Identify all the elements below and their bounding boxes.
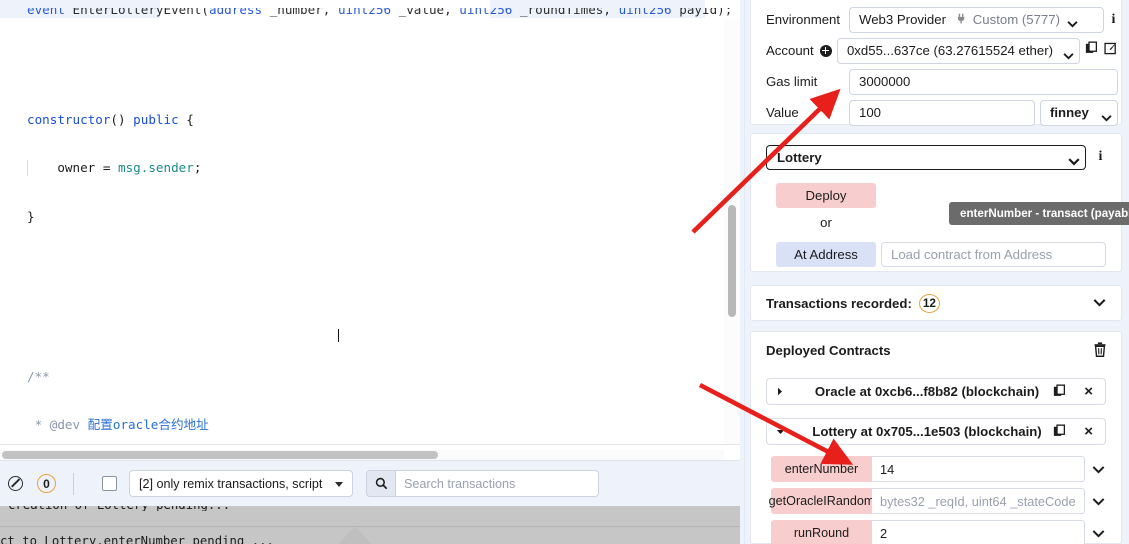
chevron-right-icon[interactable] — [767, 387, 793, 396]
chevron-down-icon[interactable] — [1085, 488, 1111, 514]
function-input-runround[interactable] — [872, 520, 1085, 544]
terminal-resize-handle[interactable] — [333, 526, 377, 544]
terminal-log-pending: ct to Lottery.enterNumber pending ... — [0, 534, 274, 544]
environment-label: Environment — [766, 12, 841, 27]
environment-network: Custom (5777) — [972, 12, 1060, 27]
account-label-text: Account — [766, 43, 814, 58]
remix-ide-window: event EnterLotteryEvent(address _number,… — [0, 0, 1129, 544]
contract-function-row: runRound — [771, 520, 1111, 544]
account-select[interactable]: 0xd55...637ce (63.27615524 ether) — [836, 37, 1080, 64]
environment-row: Environment Web3 Provider Custom (5777) … — [751, 4, 1123, 35]
terminal-toolbar: 0 [2] only remix transactions, script — [0, 461, 740, 506]
contract-info-icon[interactable]: i — [1096, 149, 1105, 165]
code-line: constructor() public { — [27, 112, 194, 128]
account-value: 0xd55...637ce (63.27615524 ether) — [846, 43, 1053, 58]
chevron-down-icon — [1101, 110, 1112, 121]
deployed-contracts-card: Deployed Contracts Oracle at 0xcb6...f8b… — [750, 331, 1122, 544]
function-button-getoraclerandom[interactable]: getOracleIRandom — [769, 488, 874, 514]
deployed-contract-item[interactable]: Oracle at 0xcb6...f8b82 (blockchain) × — [766, 378, 1106, 405]
contract-name: Lottery — [777, 150, 822, 165]
chevron-down-icon[interactable] — [1085, 520, 1111, 544]
value-input[interactable]: 100 — [849, 99, 1035, 126]
chevron-down-icon[interactable] — [1093, 294, 1106, 312]
transactions-recorded-label: Transactions recorded: — [766, 295, 912, 311]
code-line: owner = msg.sender; — [27, 160, 202, 177]
terminal-log-clipped: creation of Lottery pending... — [0, 506, 740, 511]
value-row: Value 100 finney — [751, 97, 1123, 128]
copy-address-icon[interactable] — [1053, 384, 1067, 403]
function-button-runround[interactable]: runRound — [771, 520, 872, 544]
account-row: Account 0xd55...637ce (63.27615524 ether… — [751, 35, 1123, 66]
terminal-count-badge: 0 — [37, 474, 56, 493]
contract-select[interactable]: Lottery — [766, 145, 1086, 170]
clear-contracts-icon[interactable] — [1093, 342, 1107, 362]
at-address-button[interactable]: At Address — [776, 242, 876, 267]
deployed-contracts-title: Deployed Contracts — [766, 343, 891, 358]
at-address-input[interactable] — [881, 242, 1106, 267]
editor-hscrollbar[interactable] — [2, 451, 438, 459]
editor-bottom-divider — [0, 444, 740, 445]
function-button-enternumber[interactable]: enterNumber — [771, 456, 872, 482]
panel-left-edge — [740, 0, 745, 544]
edit-account-icon[interactable] — [1104, 41, 1118, 60]
deploy-run-panel: Environment Web3 Provider Custom (5777) … — [740, 0, 1129, 544]
search-input[interactable] — [395, 470, 599, 497]
function-input-enternumber[interactable] — [872, 456, 1085, 482]
listen-network-checkbox[interactable] — [102, 476, 117, 491]
environment-value: Web3 Provider — [859, 12, 946, 27]
terminal-filter-label: [2] only remix transactions, script — [139, 476, 323, 491]
terminal-search-wrap — [366, 470, 599, 497]
environment-card: Environment Web3 Provider Custom (5777) … — [750, 0, 1123, 128]
add-account-icon[interactable] — [819, 44, 832, 57]
terminal-panel: 0 [2] only remix transactions, script cr… — [0, 460, 740, 544]
chevron-down-icon[interactable] — [1085, 456, 1111, 482]
text-caret — [338, 329, 340, 342]
code-line: } — [27, 208, 35, 224]
transactions-recorded-card[interactable]: Transactions recorded: 12 — [750, 285, 1122, 321]
terminal-filter-select[interactable]: [2] only remix transactions, script — [129, 470, 353, 497]
value-unit-select[interactable]: finney — [1040, 99, 1118, 126]
chevron-down-icon — [1063, 48, 1074, 59]
code-content[interactable]: constructor() public { owner = msg.sende… — [0, 0, 740, 444]
function-tooltip: enterNumber - transact (payable) — [949, 202, 1129, 225]
environment-select[interactable]: Web3 Provider Custom (5777) — [849, 6, 1104, 33]
clear-console-icon[interactable] — [8, 476, 23, 491]
gas-limit-label: Gas limit — [766, 74, 818, 89]
code-line: /** — [27, 368, 50, 384]
terminal-output[interactable]: creation of Lottery pending... ct to Lot… — [0, 506, 740, 544]
or-label: or — [820, 215, 832, 230]
chevron-down-icon — [335, 482, 343, 487]
copy-address-icon[interactable] — [1053, 424, 1067, 443]
contract-function-row: getOracleIRandom — [769, 488, 1111, 514]
gas-limit-input[interactable]: 3000000 — [849, 68, 1118, 95]
plug-icon — [955, 12, 968, 28]
gas-limit-row: Gas limit 3000000 — [751, 66, 1123, 97]
chevron-down-icon — [1067, 16, 1078, 27]
environment-info-icon[interactable]: i — [1109, 12, 1118, 28]
chevron-down-icon — [1068, 154, 1080, 166]
chevron-down-icon[interactable] — [767, 429, 793, 435]
deployed-contract-item[interactable]: Lottery at 0x705...1e503 (blockchain) × — [766, 418, 1106, 445]
contract-function-row: enterNumber — [771, 456, 1111, 482]
function-input-getoraclerandom[interactable] — [872, 488, 1085, 514]
code-editor-pane[interactable]: event EnterLotteryEvent(address _number,… — [0, 0, 740, 460]
deploy-button[interactable]: Deploy — [776, 183, 876, 208]
transactions-count-badge: 12 — [918, 293, 940, 313]
close-icon[interactable]: × — [1084, 383, 1093, 401]
value-unit: finney — [1050, 105, 1089, 120]
account-label: Account — [751, 43, 837, 58]
code-line: * @dev 配置oracle合约地址 — [27, 417, 209, 433]
value-label: Value — [766, 105, 799, 120]
copy-account-icon[interactable] — [1085, 41, 1099, 60]
close-icon[interactable]: × — [1084, 423, 1093, 441]
toolbar-divider — [73, 472, 74, 495]
editor-vscrollbar[interactable] — [728, 205, 736, 317]
search-icon[interactable] — [366, 470, 395, 497]
